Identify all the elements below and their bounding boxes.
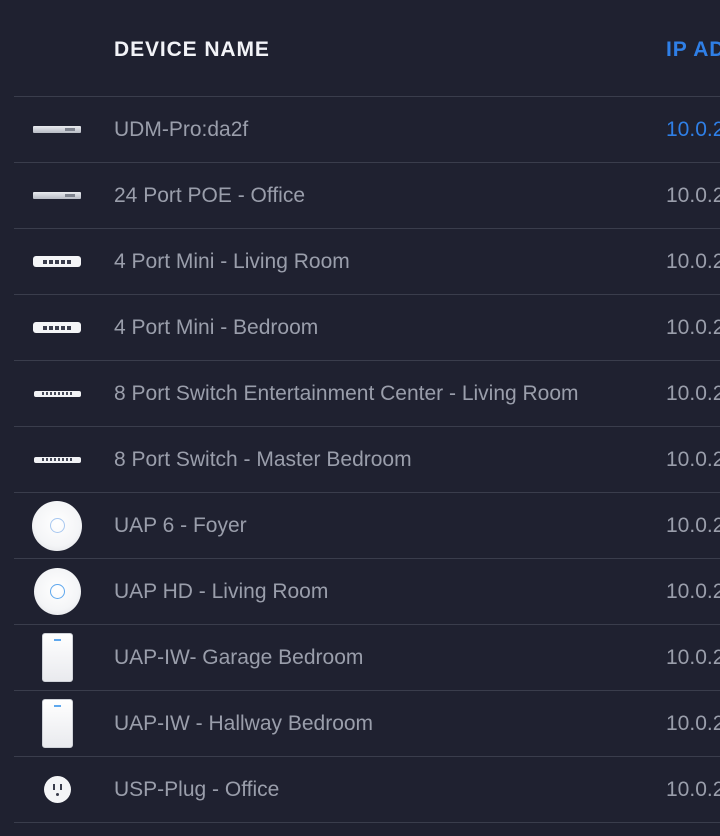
smart-plug-icon [28,757,86,822]
device-table: DEVICE NAME IP AD UDM-Pro:da2f 10.0.2 24… [0,0,720,836]
device-ip: 10.0.2 [666,778,720,801]
device-name: UDM-Pro:da2f [114,118,249,141]
device-ip[interactable]: 10.0.2 [666,118,720,142]
device-name: 24 Port POE - Office [114,184,306,207]
device-ip: 10.0.2 [666,514,720,537]
mini-switch-icon [28,295,86,360]
mini-switch-icon [28,229,86,294]
rack-switch-icon [28,163,86,228]
device-name: UAP-IW- Garage Bedroom [114,646,364,669]
device-ip: 10.0.2 [666,250,720,273]
device-ip: 10.0.2 [666,184,720,207]
table-row[interactable]: 24 Port POE - Office 10.0.2 [14,162,720,228]
table-header: DEVICE NAME IP AD [0,0,720,97]
device-list: UDM-Pro:da2f 10.0.2 24 Port POE - Office… [0,96,720,823]
device-name: 8 Port Switch - Master Bedroom [114,448,412,471]
access-point-icon [28,559,86,624]
device-name: USP-Plug - Office [114,778,280,801]
in-wall-ap-icon [28,691,86,756]
table-row[interactable]: UAP HD - Living Room 10.0.2 [14,558,720,624]
table-row[interactable]: UAP-IW - Hallway Bedroom 10.0.2 [14,690,720,756]
device-name: UAP HD - Living Room [114,580,329,603]
device-ip: 10.0.2 [666,316,720,339]
device-name: UAP-IW - Hallway Bedroom [114,712,374,735]
device-ip: 10.0.2 [666,382,720,405]
device-name: 4 Port Mini - Living Room [114,250,350,273]
table-row[interactable]: 8 Port Switch - Master Bedroom 10.0.2 [14,426,720,492]
table-row[interactable]: USP-Plug - Office 10.0.2 [14,756,720,823]
rack-gateway-icon [28,97,86,162]
device-name: 4 Port Mini - Bedroom [114,316,319,339]
device-name: UAP 6 - Foyer [114,514,247,537]
table-row[interactable]: UAP-IW- Garage Bedroom 10.0.2 [14,624,720,690]
in-wall-ap-icon [28,625,86,690]
device-name: 8 Port Switch Entertainment Center - Liv… [114,382,579,405]
column-header-device-name[interactable]: DEVICE NAME [114,38,270,62]
table-row[interactable]: 4 Port Mini - Bedroom 10.0.2 [14,294,720,360]
flat-switch-icon [28,361,86,426]
flat-switch-icon [28,427,86,492]
table-row[interactable]: UDM-Pro:da2f 10.0.2 [14,96,720,162]
device-ip: 10.0.2 [666,712,720,735]
column-header-ip-address[interactable]: IP AD [666,38,720,62]
device-ip: 10.0.2 [666,580,720,603]
table-row[interactable]: UAP 6 - Foyer 10.0.2 [14,492,720,558]
table-row[interactable]: 4 Port Mini - Living Room 10.0.2 [14,228,720,294]
table-row[interactable]: 8 Port Switch Entertainment Center - Liv… [14,360,720,426]
access-point-icon [28,493,86,558]
device-ip: 10.0.2 [666,646,720,669]
device-ip: 10.0.2 [666,448,720,471]
